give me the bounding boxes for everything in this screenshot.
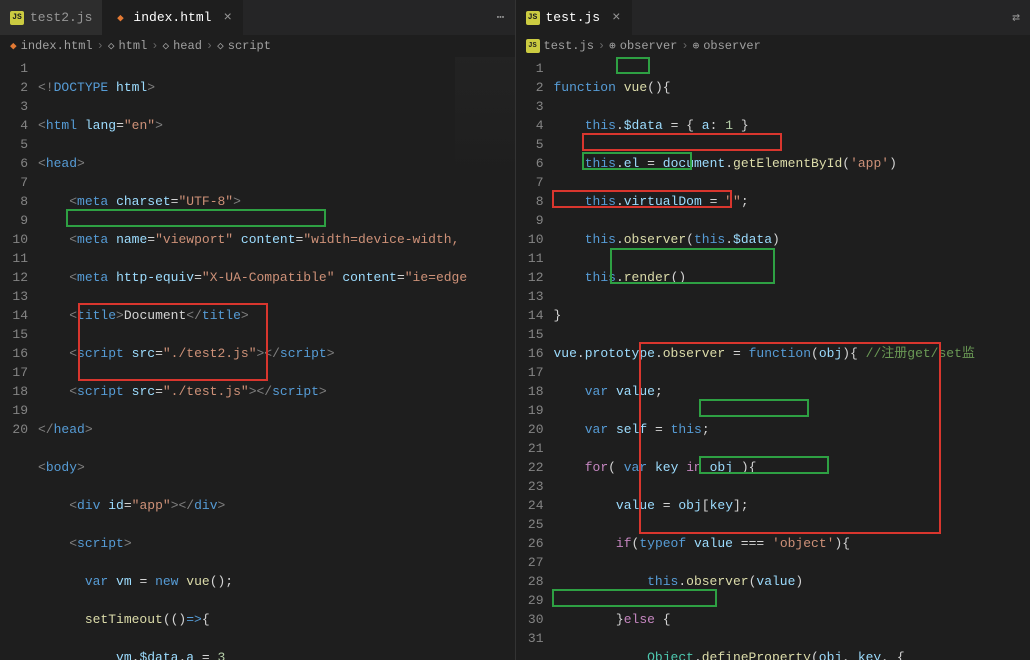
highlight-box [66, 209, 326, 227]
breadcrumb-item[interactable]: head [173, 39, 202, 53]
js-icon: JS [526, 11, 540, 25]
tab-test2-js[interactable]: JS test2.js [0, 0, 103, 35]
chevron-icon: › [681, 39, 688, 53]
chevron-icon: › [151, 39, 158, 53]
breadcrumb-item[interactable]: test.js [544, 39, 594, 53]
compare-icon: ⇄ [1012, 10, 1020, 25]
breadcrumb-item[interactable]: script [228, 39, 271, 53]
method-icon: ⊕ [609, 39, 616, 53]
highlight-box [552, 589, 717, 607]
chevron-icon: › [598, 39, 605, 53]
html-icon: ◆ [113, 11, 127, 25]
left-gutter: 1 2 3 4 5 6 7 8 9 10 11 12 13 14 15 16 1… [0, 57, 38, 660]
right-code[interactable]: function vue(){ this.$data = { a: 1 } th… [554, 57, 1030, 660]
tag-icon: ◇ [108, 39, 115, 53]
left-pane: JS test2.js ◆ index.html × ⋯ ◆ index.html… [0, 0, 516, 660]
highlight-box [582, 133, 782, 151]
tag-icon: ◇ [217, 39, 224, 53]
left-code[interactable]: <!DOCTYPE html> <html lang="en"> <head> … [38, 57, 515, 660]
close-icon[interactable]: × [612, 10, 620, 26]
tag-icon: ◇ [162, 39, 169, 53]
chevron-icon: › [97, 39, 104, 53]
editor-split-container: JS test2.js ◆ index.html × ⋯ ◆ index.html… [0, 0, 1030, 660]
compare-changes-icon[interactable]: ⇄ [1002, 10, 1030, 25]
right-gutter: 1 2 3 4 5 6 7 8 9 10 11 12 13 14 15 16 1… [516, 57, 554, 660]
js-icon: JS [526, 39, 540, 53]
tab-label: test2.js [30, 10, 92, 25]
breadcrumb-item[interactable]: observer [703, 39, 761, 53]
chevron-icon: › [206, 39, 213, 53]
right-tabs-bar: JS test.js × ⇄ [516, 0, 1030, 35]
left-code-area[interactable]: 1 2 3 4 5 6 7 8 9 10 11 12 13 14 15 16 1… [0, 57, 515, 660]
right-code-area[interactable]: 1 2 3 4 5 6 7 8 9 10 11 12 13 14 15 16 1… [516, 57, 1030, 660]
breadcrumb-item[interactable]: html [118, 39, 147, 53]
html-icon: ◆ [10, 39, 17, 53]
method-icon: ⊕ [693, 39, 700, 53]
tab-test-js[interactable]: JS test.js × [516, 0, 632, 35]
left-breadcrumbs[interactable]: ◆index.html › ◇html › ◇head › ◇script [0, 35, 515, 57]
left-tabs-bar: JS test2.js ◆ index.html × ⋯ [0, 0, 515, 35]
minimap[interactable] [455, 57, 515, 177]
tab-actions-ellipsis[interactable]: ⋯ [487, 10, 515, 25]
highlight-box [699, 399, 809, 417]
breadcrumb-item[interactable]: index.html [21, 39, 93, 53]
close-icon[interactable]: × [223, 10, 231, 26]
ellipsis-icon: ⋯ [497, 10, 505, 25]
highlight-box [616, 57, 650, 74]
js-icon: JS [10, 11, 24, 25]
breadcrumb-item[interactable]: observer [620, 39, 678, 53]
right-pane: JS test.js × ⇄ JStest.js › ⊕observer › ⊕… [516, 0, 1030, 660]
tab-label: index.html [133, 10, 211, 25]
tab-label: test.js [546, 10, 601, 25]
tab-index-html[interactable]: ◆ index.html × [103, 0, 242, 35]
right-breadcrumbs[interactable]: JStest.js › ⊕observer › ⊕observer [516, 35, 1030, 57]
